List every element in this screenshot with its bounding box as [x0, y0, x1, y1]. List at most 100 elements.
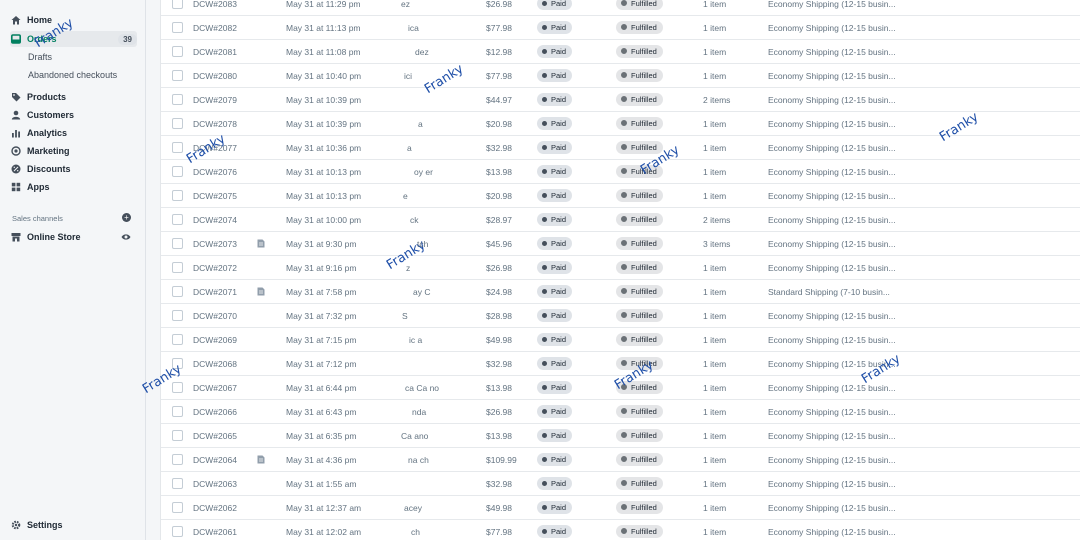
sidebar-item-label: Analytics	[27, 128, 68, 138]
sidebar-item-customers[interactable]: Customers	[10, 107, 137, 123]
order-total: $13.98	[486, 167, 512, 177]
fulfillment-status-badge: Fulfilled	[616, 165, 663, 178]
customer-name-text: oy er	[414, 167, 433, 177]
eye-icon[interactable]	[121, 233, 131, 241]
table-row[interactable]: DCW#2072 May 31 at 9:16 pm z $26.98 Paid Fulf…	[161, 256, 1080, 280]
table-row[interactable]: DCW#2069 May 31 at 7:15 pm ic a $49.98 Paid F…	[161, 328, 1080, 352]
table-row[interactable]: DCW#2061 May 31 at 12:02 am ch $77.98 Paid Fu…	[161, 520, 1080, 540]
order-number[interactable]: DCW#2074	[193, 215, 237, 225]
row-checkbox[interactable]	[172, 406, 183, 417]
row-checkbox[interactable]	[172, 94, 183, 105]
sidebar-item-marketing[interactable]: Marketing	[10, 143, 137, 159]
order-date: May 31 at 4:36 pm	[286, 455, 357, 465]
item-count: 1 item	[703, 287, 727, 297]
order-number[interactable]: DCW#2079	[193, 95, 237, 105]
row-checkbox[interactable]	[172, 358, 183, 369]
table-row[interactable]: DCW#2081 May 31 at 11:08 pm dez $12.98 Paid F…	[161, 40, 1080, 64]
order-number[interactable]: DCW#2076	[193, 167, 237, 177]
row-checkbox[interactable]	[172, 214, 183, 225]
sidebar-item-products[interactable]: Products	[10, 89, 137, 105]
row-checkbox[interactable]	[172, 430, 183, 441]
order-number[interactable]: DCW#2070	[193, 311, 237, 321]
sidebar-item-orders[interactable]: Orders 39	[10, 31, 137, 47]
order-number[interactable]: DCW#2073	[193, 239, 237, 249]
order-number[interactable]: DCW#2080	[193, 71, 237, 81]
row-checkbox[interactable]	[172, 334, 183, 345]
order-number[interactable]: DCW#2072	[193, 263, 237, 273]
row-checkbox[interactable]	[172, 286, 183, 297]
sidebar-item-label: Settings	[27, 520, 63, 530]
table-row[interactable]: DCW#2078 May 31 at 10:39 pm a $20.98 Paid Ful…	[161, 112, 1080, 136]
table-row[interactable]: DCW#2062 May 31 at 12:37 am acey $49.98 Paid…	[161, 496, 1080, 520]
row-checkbox[interactable]	[172, 502, 183, 513]
sidebar-item-drafts[interactable]: Drafts	[28, 52, 52, 62]
table-row[interactable]: DCW#2070 May 31 at 7:32 pm S $28.98 Paid Fulf…	[161, 304, 1080, 328]
order-number[interactable]: DCW#2082	[193, 23, 237, 33]
order-number[interactable]: DCW#2081	[193, 47, 237, 57]
fulfillment-status-badge: Fulfilled	[616, 429, 663, 442]
order-date: May 31 at 12:37 am	[286, 503, 362, 513]
table-row[interactable]: DCW#2073 May 31 at 9:30 pm tch $45.96 Paid Fu…	[161, 232, 1080, 256]
order-number[interactable]: DCW#2067	[193, 383, 237, 393]
row-checkbox[interactable]	[172, 454, 183, 465]
table-row[interactable]: DCW#2083 May 31 at 11:29 pm ez $26.98 Paid Fu…	[161, 0, 1080, 16]
table-row[interactable]: DCW#2074 May 31 at 10:00 pm ck $28.97 Paid Fu…	[161, 208, 1080, 232]
row-checkbox[interactable]	[172, 142, 183, 153]
row-checkbox[interactable]	[172, 0, 183, 9]
table-row[interactable]: DCW#2065 May 31 at 6:35 pm Ca ano $13.98 Pai…	[161, 424, 1080, 448]
sidebar-item-home[interactable]: Home	[10, 12, 137, 28]
order-number[interactable]: DCW#2069	[193, 335, 237, 345]
sidebar-item-online-store[interactable]: Online Store	[10, 229, 137, 245]
order-number[interactable]: DCW#2083	[193, 0, 237, 9]
table-row[interactable]: DCW#2063 May 31 at 1:55 am $32.98 Paid Fulfi…	[161, 472, 1080, 496]
table-row[interactable]: DCW#2068 May 31 at 7:12 pm $32.98 Paid Fulfi…	[161, 352, 1080, 376]
row-checkbox[interactable]	[172, 22, 183, 33]
order-number[interactable]: DCW#2064	[193, 455, 237, 465]
table-row[interactable]: DCW#2064 May 31 at 4:36 pm na ch $109.99 Pai…	[161, 448, 1080, 472]
row-checkbox[interactable]	[172, 166, 183, 177]
order-number[interactable]: DCW#2065	[193, 431, 237, 441]
sidebar-item-apps[interactable]: Apps	[10, 179, 137, 195]
order-number[interactable]: DCW#2063	[193, 479, 237, 489]
table-row[interactable]: DCW#2071 May 31 at 7:58 pm ay C $24.98 Paid F…	[161, 280, 1080, 304]
row-checkbox[interactable]	[172, 526, 183, 537]
add-sales-channel-icon[interactable]: +	[122, 213, 131, 222]
item-count: 1 item	[703, 23, 727, 33]
row-checkbox[interactable]	[172, 190, 183, 201]
row-checkbox[interactable]	[172, 46, 183, 57]
table-row[interactable]: DCW#2075 May 31 at 10:13 pm e $20.98 Paid Ful…	[161, 184, 1080, 208]
customer-name: ca Ca no	[379, 383, 467, 393]
table-row[interactable]: DCW#2077 May 31 at 10:36 pm a $32.98 Paid Ful…	[161, 136, 1080, 160]
table-row[interactable]: DCW#2067 May 31 at 6:44 pm ca Ca no $13.98 P…	[161, 376, 1080, 400]
table-row[interactable]: DCW#2080 May 31 at 10:40 pm ici $77.98 Paid F…	[161, 64, 1080, 88]
order-number[interactable]: DCW#2066	[193, 407, 237, 417]
sidebar-item-analytics[interactable]: Analytics	[10, 125, 137, 141]
sidebar-item-discounts[interactable]: Discounts	[10, 161, 137, 177]
order-number[interactable]: DCW#2071	[193, 287, 237, 297]
table-row[interactable]: DCW#2082 May 31 at 11:13 pm ica $77.98 Paid F…	[161, 16, 1080, 40]
payment-status-badge: Paid	[537, 285, 573, 298]
row-checkbox[interactable]	[172, 262, 183, 273]
order-date: May 31 at 6:35 pm	[286, 431, 357, 441]
table-row[interactable]: DCW#2076 May 31 at 10:13 pm oy er $13.98 Pai…	[161, 160, 1080, 184]
order-number[interactable]: DCW#2061	[193, 527, 237, 537]
table-row[interactable]: DCW#2066 May 31 at 6:43 pm nda $26.98 Paid Fu…	[161, 400, 1080, 424]
order-total: $24.98	[486, 287, 512, 297]
order-number[interactable]: DCW#2068	[193, 359, 237, 369]
order-number[interactable]: DCW#2077	[193, 143, 237, 153]
row-checkbox[interactable]	[172, 382, 183, 393]
customer-name: ay C	[379, 287, 467, 297]
row-checkbox[interactable]	[172, 238, 183, 249]
row-checkbox[interactable]	[172, 70, 183, 81]
order-number[interactable]: DCW#2075	[193, 191, 237, 201]
order-number[interactable]: DCW#2062	[193, 503, 237, 513]
sidebar-item-settings[interactable]: Settings	[10, 517, 137, 533]
sidebar-item-abandoned-checkouts[interactable]: Abandoned checkouts	[28, 70, 117, 80]
order-date: May 31 at 11:13 pm	[286, 23, 361, 33]
order-number[interactable]: DCW#2078	[193, 119, 237, 129]
item-count: 1 item	[703, 47, 727, 57]
row-checkbox[interactable]	[172, 118, 183, 129]
row-checkbox[interactable]	[172, 478, 183, 489]
row-checkbox[interactable]	[172, 310, 183, 321]
table-row[interactable]: DCW#2079 May 31 at 10:39 pm $44.97 Paid Fulf…	[161, 88, 1080, 112]
